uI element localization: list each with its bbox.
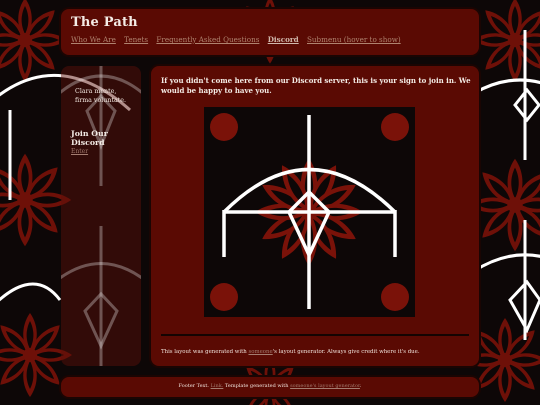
- footer-text-after: .: [359, 383, 362, 389]
- footer-link[interactable]: Link.: [211, 383, 224, 389]
- sidebar-motto-line2: firma voluntate.: [75, 96, 126, 104]
- sidebar-motto: Clara mente, firma voluntate.: [75, 88, 141, 105]
- footer-text-middle: Template generated with: [223, 383, 291, 389]
- bow-arrow-emblem-icon: [204, 107, 415, 317]
- site-title: The Path: [71, 15, 138, 30]
- footer-text-before: Footer Text.: [178, 383, 211, 389]
- footer: Footer Text. Link. Template generated wi…: [61, 377, 479, 397]
- credit-text-after: 's layout generator. Always give credit …: [272, 349, 420, 355]
- sidebar-bow-emblem-icon: [61, 66, 141, 366]
- content-divider: [161, 334, 469, 336]
- layout-credit: This layout was generated with someone's…: [161, 349, 420, 355]
- footer-text: Footer Text. Link. Template generated wi…: [61, 383, 479, 389]
- main-content: If you didn't come here from our Discord…: [151, 66, 479, 366]
- nav-link-who-we-are[interactable]: Who We Are: [71, 35, 116, 44]
- nav-menu: Who We Are Tenets Frequently Asked Quest…: [71, 35, 407, 44]
- join-discord-link[interactable]: Enter: [71, 148, 88, 155]
- footer-generator-link[interactable]: someone's layout generator: [290, 383, 360, 389]
- credit-text-before: This layout was generated with: [161, 349, 249, 355]
- nav-link-tenets[interactable]: Tenets: [124, 35, 148, 44]
- nav-link-faq[interactable]: Frequently Asked Questions: [156, 35, 259, 44]
- join-discord-title: Join Our Discord: [71, 129, 108, 148]
- nav-link-submenu[interactable]: Submenu (hover to show): [307, 35, 401, 44]
- header: The Path Who We Are Tenets Frequently As…: [61, 9, 479, 55]
- credit-author-link[interactable]: someone: [248, 349, 272, 355]
- sidebar-motto-line1: Clara mente,: [75, 88, 117, 95]
- nav-link-discord[interactable]: Discord: [268, 35, 299, 44]
- sidebar: Clara mente, firma voluntate. Join Our D…: [61, 66, 141, 366]
- intro-text: If you didn't come here from our Discord…: [161, 76, 471, 96]
